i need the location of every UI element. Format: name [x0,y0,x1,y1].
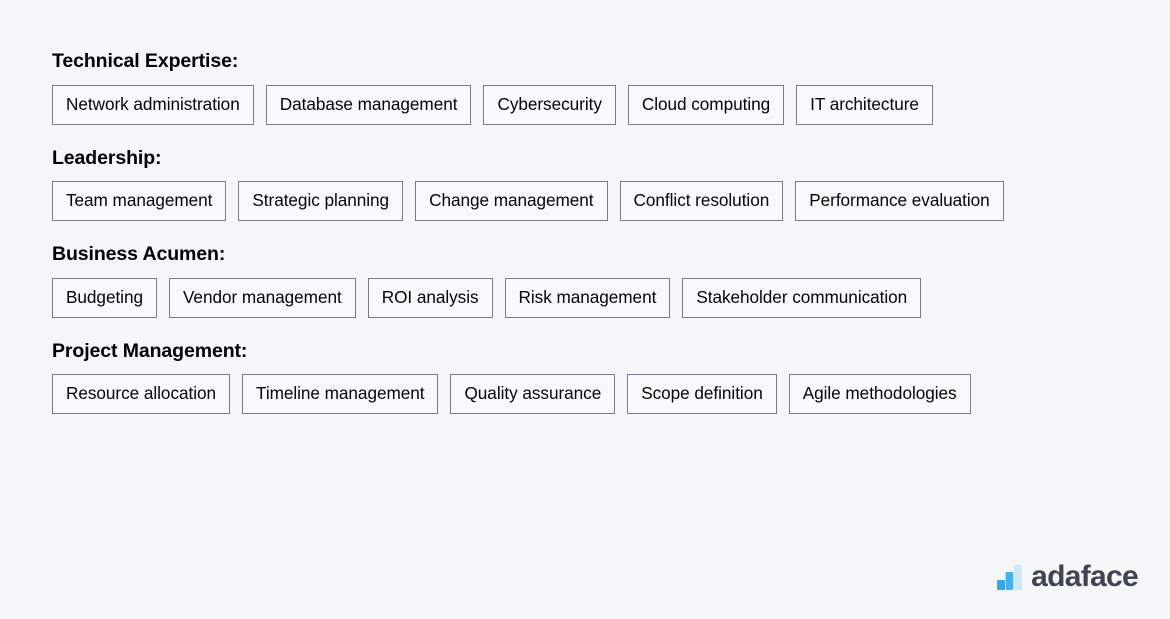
skill-tag[interactable]: Agile methodologies [788,374,971,414]
bar-chart-icon [997,564,1023,590]
skill-section: Business Acumen: Budgeting Vendor manageme… [52,243,1118,318]
skill-tag[interactable]: Change management [415,181,608,221]
section-heading: Project Management: [52,339,248,362]
skill-tag[interactable]: Timeline management [242,374,439,414]
skill-tag[interactable]: Vendor management [168,277,356,318]
skill-tag[interactable]: ROI analysis [367,277,493,318]
skill-tag[interactable]: Team management [52,181,227,221]
skill-tag-row: Budgeting Vendor management ROI analysis Ri… [52,277,1118,318]
skill-tag[interactable]: Network administration [52,84,254,125]
skill-tag[interactable]: Performance evaluation [795,181,1004,221]
section-heading: Technical Expertise: [52,50,239,72]
skill-section: Leadership: Team management Strategic plan… [52,146,1118,221]
sections-container: Technical Expertise: Network administrati… [52,50,1118,414]
skill-tag-row: Team management Strategic planning Change … [52,181,1118,221]
skills-panel: Technical Expertise: Network administrati… [0,0,1170,619]
section-heading: Leadership: [52,146,162,169]
skill-section: Technical Expertise: Network administrati… [52,50,1118,125]
skill-tag[interactable]: Database management [265,84,472,125]
skill-tag[interactable]: Stakeholder communication [682,277,922,318]
skill-tag[interactable]: Scope definition [627,374,777,414]
skill-tag[interactable]: Conflict resolution [619,181,784,221]
skill-tag[interactable]: Strategic planning [238,181,404,221]
skill-tag[interactable]: IT architecture [796,84,933,125]
skill-tag[interactable]: Quality assurance [450,374,616,414]
skill-tag-row: Resource allocation Timeline management Qu… [52,374,1118,414]
skill-tag[interactable]: Cloud computing [627,84,785,125]
logo-wordmark: adaface [1031,560,1139,593]
section-heading: Business Acumen: [52,243,226,265]
skill-tag-row: Network administration Database managemen… [52,84,1118,125]
skill-tag[interactable]: Resource allocation [52,374,231,414]
skill-tag[interactable]: Cybersecurity [483,84,616,125]
skill-section: Project Management: Resource allocation Ti… [52,339,1118,414]
adaface-logo: adaface [997,560,1139,593]
skill-tag[interactable]: Budgeting [52,277,157,318]
skill-tag[interactable]: Risk management [504,277,671,318]
